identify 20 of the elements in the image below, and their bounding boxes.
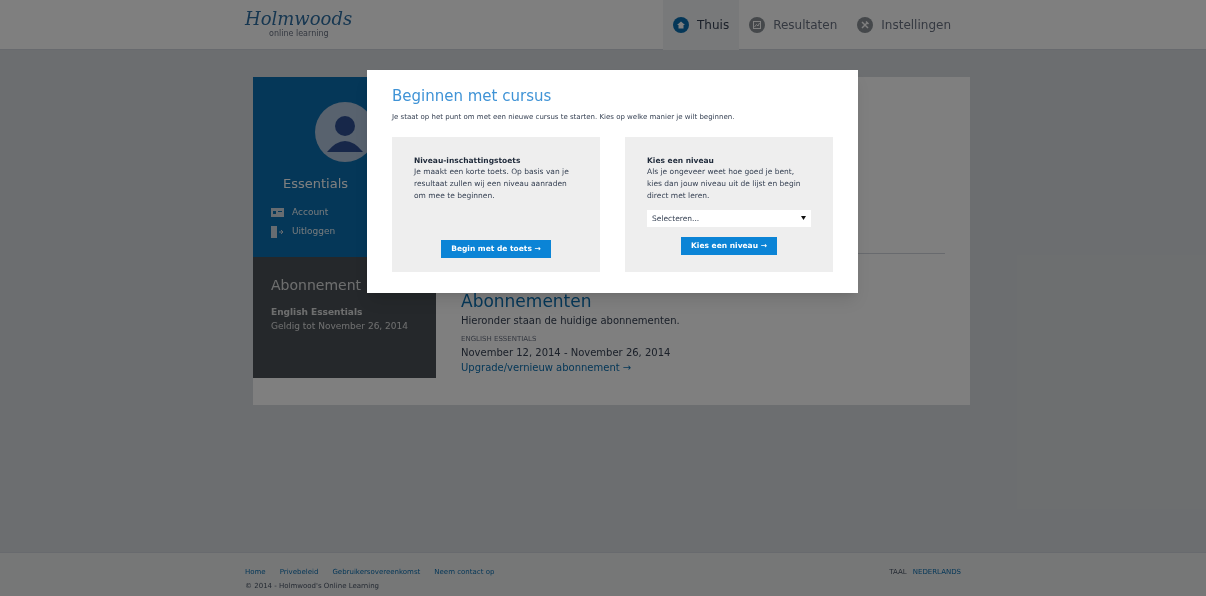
id-card-icon: [271, 207, 284, 217]
intro-text: Hieronder staan de huidige abonnementen.: [461, 314, 681, 328]
sidebar-link[interactable]: Account: [271, 205, 336, 219]
modal-title: Beginnen met cursus: [392, 86, 553, 106]
upgrade-link[interactable]: Upgrade/vernieuw abonnement →: [461, 359, 945, 375]
logo[interactable]: Holmwoods: [245, 9, 353, 28]
nav-tab[interactable]: Resultaten: [739, 0, 848, 50]
subscription-name: English Essentials: [271, 306, 364, 319]
chart-icon: [749, 16, 766, 33]
home-icon: [673, 16, 690, 33]
nav-tab[interactable]: Thuis: [663, 0, 740, 50]
profile-name: Essentials: [283, 175, 349, 193]
panel-title: Abonnement: [271, 276, 362, 295]
section-heading: Abonnementen: [461, 291, 593, 311]
logo-tagline: online learning: [269, 27, 330, 40]
logout-icon: [271, 225, 284, 238]
nav-tab[interactable]: Instellingen: [847, 0, 961, 50]
sidebar-link[interactable]: Uitloggen: [271, 225, 336, 239]
caret-icon: [801, 216, 806, 221]
subscription-dates: November 12, 2014 - November 26, 2014: [461, 345, 672, 360]
